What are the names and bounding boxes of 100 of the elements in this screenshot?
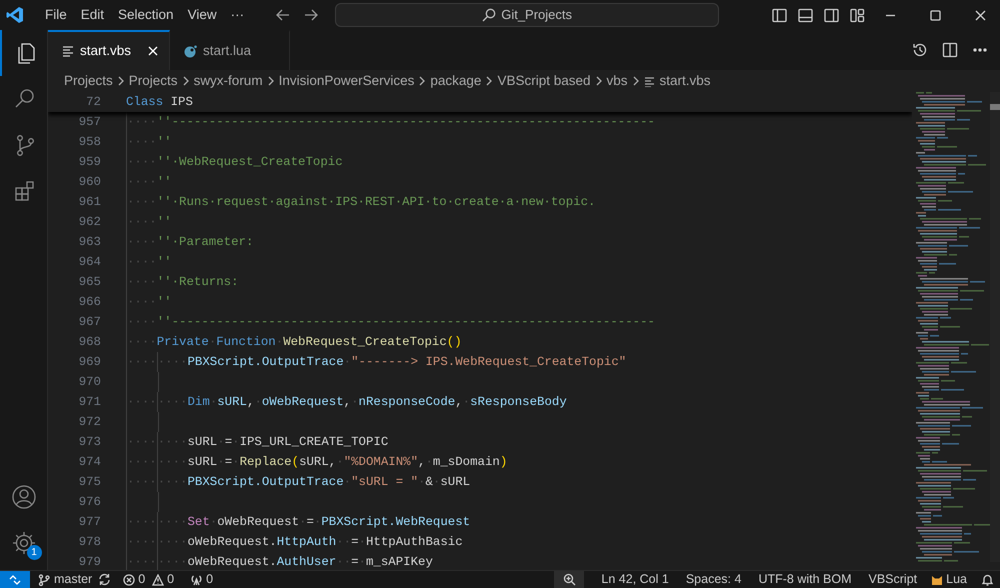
encoding-setting[interactable]: UTF-8 with BOM bbox=[758, 570, 852, 588]
code-line: ''----------------------------------------------------------------- bbox=[156, 314, 655, 331]
code-line: Dim·sURL,·oWebRequest,·nResponseCode,·sResponseBody bbox=[188, 394, 567, 411]
code-line: sURL·=·Replace(sURL,·"%DOMAIN%",·m_sDomain) bbox=[188, 454, 508, 471]
antenna-icon bbox=[190, 574, 204, 586]
account-icon[interactable] bbox=[10, 484, 36, 510]
line-number: 969 bbox=[78, 354, 101, 371]
code-line: ''·Runs·request·against·IPS·REST·API·to·create·a·new·topic. bbox=[156, 194, 596, 211]
line-number: 975 bbox=[78, 474, 101, 491]
sidebar-layout-icon[interactable] bbox=[772, 8, 787, 22]
settings-icon[interactable] bbox=[10, 530, 36, 556]
remote-icon bbox=[9, 574, 21, 586]
scroll-thumb[interactable] bbox=[990, 104, 1000, 110]
code-line: Set·oWebRequest·=·PBXScript.WebRequest bbox=[188, 514, 470, 531]
line-number: 977 bbox=[78, 514, 101, 531]
secondary-sidebar-icon[interactable] bbox=[824, 8, 839, 22]
sync-icon[interactable] bbox=[98, 573, 112, 586]
code-line: '' bbox=[156, 174, 172, 191]
close-icon[interactable] bbox=[975, 10, 986, 20]
chevron-right-icon bbox=[182, 76, 190, 86]
bell-icon[interactable] bbox=[981, 573, 994, 586]
lua-status-item[interactable]: Lua bbox=[931, 570, 967, 588]
ports-item[interactable]: 0 bbox=[190, 570, 214, 588]
menu-item[interactable]: Selection bbox=[111, 4, 181, 26]
breadcrumb-item[interactable]: Projects bbox=[64, 70, 113, 92]
problems-item[interactable]: 0 0 bbox=[123, 570, 174, 588]
cursor-position[interactable]: Ln 42, Col 1 bbox=[601, 570, 669, 588]
line-number: 961 bbox=[78, 194, 101, 211]
error-icon bbox=[123, 574, 136, 586]
line-number: 979 bbox=[78, 554, 101, 570]
line-number: 962 bbox=[78, 214, 101, 231]
breadcrumb-item[interactable]: Projects bbox=[128, 70, 178, 92]
code-line: '' bbox=[156, 254, 172, 271]
indentation-setting[interactable]: Spaces: 4 bbox=[686, 570, 742, 588]
code-line: ''----------------------------------------------------------------- bbox=[156, 114, 655, 131]
menu-item[interactable]: Edit bbox=[74, 4, 112, 26]
panel-layout-icon[interactable] bbox=[798, 8, 813, 22]
language-mode[interactable]: VBScript bbox=[868, 570, 918, 588]
search-icon bbox=[482, 8, 496, 22]
app-logo-icon bbox=[6, 6, 24, 24]
code-line: '' bbox=[156, 134, 172, 151]
customize-layout-icon[interactable] bbox=[850, 8, 865, 22]
breadcrumb-item[interactable]: InvisionPowerServices bbox=[278, 70, 414, 92]
chevron-right-icon bbox=[632, 76, 640, 86]
line-number: 957 bbox=[78, 114, 101, 131]
notification-badge: 1 bbox=[26, 545, 42, 560]
branch-icon bbox=[38, 574, 50, 586]
line-number: 970 bbox=[78, 374, 101, 391]
chevron-right-icon bbox=[418, 76, 426, 86]
line-number: 971 bbox=[78, 394, 101, 411]
code-line: sURL·=·IPS_URL_CREATE_TOPIC bbox=[188, 434, 388, 451]
line-number: 974 bbox=[78, 454, 101, 471]
remote-button[interactable] bbox=[0, 571, 30, 588]
code-line: '' bbox=[156, 214, 172, 231]
breadcrumb-item[interactable]: start.vbs bbox=[660, 70, 711, 92]
line-number: 959 bbox=[78, 154, 101, 171]
history-icon[interactable] bbox=[912, 42, 928, 58]
code-line: ''·Parameter: bbox=[156, 234, 254, 251]
cat-face-icon bbox=[931, 574, 944, 586]
line-number: 967 bbox=[78, 314, 101, 331]
line-number: 965 bbox=[78, 274, 101, 291]
line-number: 958 bbox=[78, 134, 101, 151]
zoom-in-icon bbox=[562, 573, 576, 586]
branch-item[interactable]: master bbox=[38, 570, 92, 588]
lines-file-icon bbox=[644, 76, 655, 86]
extensions-icon[interactable] bbox=[12, 179, 36, 203]
lines-file-icon bbox=[62, 45, 74, 57]
code-line: '' bbox=[156, 294, 172, 311]
chevron-right-icon bbox=[116, 76, 125, 86]
code-line: oWebRequest.AuthUser··=·m_sAPIKey bbox=[188, 554, 433, 570]
line-number: 963 bbox=[78, 234, 101, 251]
chevron-right-icon bbox=[266, 76, 275, 86]
line-number: 976 bbox=[78, 494, 101, 511]
split-editor-icon[interactable] bbox=[942, 42, 958, 58]
forward-arrow-icon[interactable] bbox=[303, 7, 320, 23]
chevron-right-icon bbox=[594, 76, 602, 86]
line-number: 960 bbox=[78, 174, 101, 191]
breadcrumb-item[interactable]: vbs bbox=[606, 70, 628, 92]
zoom-button[interactable] bbox=[554, 571, 584, 588]
code-line: ''·WebRequest_CreateTopic bbox=[156, 154, 343, 171]
chevron-right-icon bbox=[485, 76, 494, 86]
code-line: oWebRequest.HttpAuth··=·HttpAuthBasic bbox=[188, 534, 463, 551]
code-line: Private·Function·WebRequest_CreateTopic() bbox=[156, 334, 462, 351]
breadcrumb-item[interactable]: swyx-forum bbox=[194, 70, 263, 92]
line-number: 973 bbox=[78, 434, 101, 451]
breadcrumb-item[interactable]: VBScript based bbox=[497, 70, 590, 92]
maximize-icon[interactable] bbox=[930, 10, 941, 20]
breadcrumb-item[interactable]: package bbox=[430, 70, 482, 92]
line-number: 978 bbox=[78, 534, 101, 551]
menu-item[interactable]: ··· bbox=[224, 4, 252, 26]
line-number: 964 bbox=[78, 254, 101, 271]
lua-file-icon bbox=[184, 44, 198, 58]
line-number: 966 bbox=[78, 294, 101, 311]
command-search-field[interactable]: Git_Projects bbox=[335, 3, 720, 27]
editor-tab[interactable]: start.vbs bbox=[48, 30, 170, 70]
menu-item[interactable]: View bbox=[180, 4, 224, 26]
code-line: PBXScript.OutputTrace·"sURL = "·&·sURL bbox=[188, 474, 470, 491]
back-arrow-icon[interactable] bbox=[275, 7, 292, 23]
menu-item[interactable]: File bbox=[38, 4, 74, 26]
line-number: 972 bbox=[78, 414, 101, 431]
